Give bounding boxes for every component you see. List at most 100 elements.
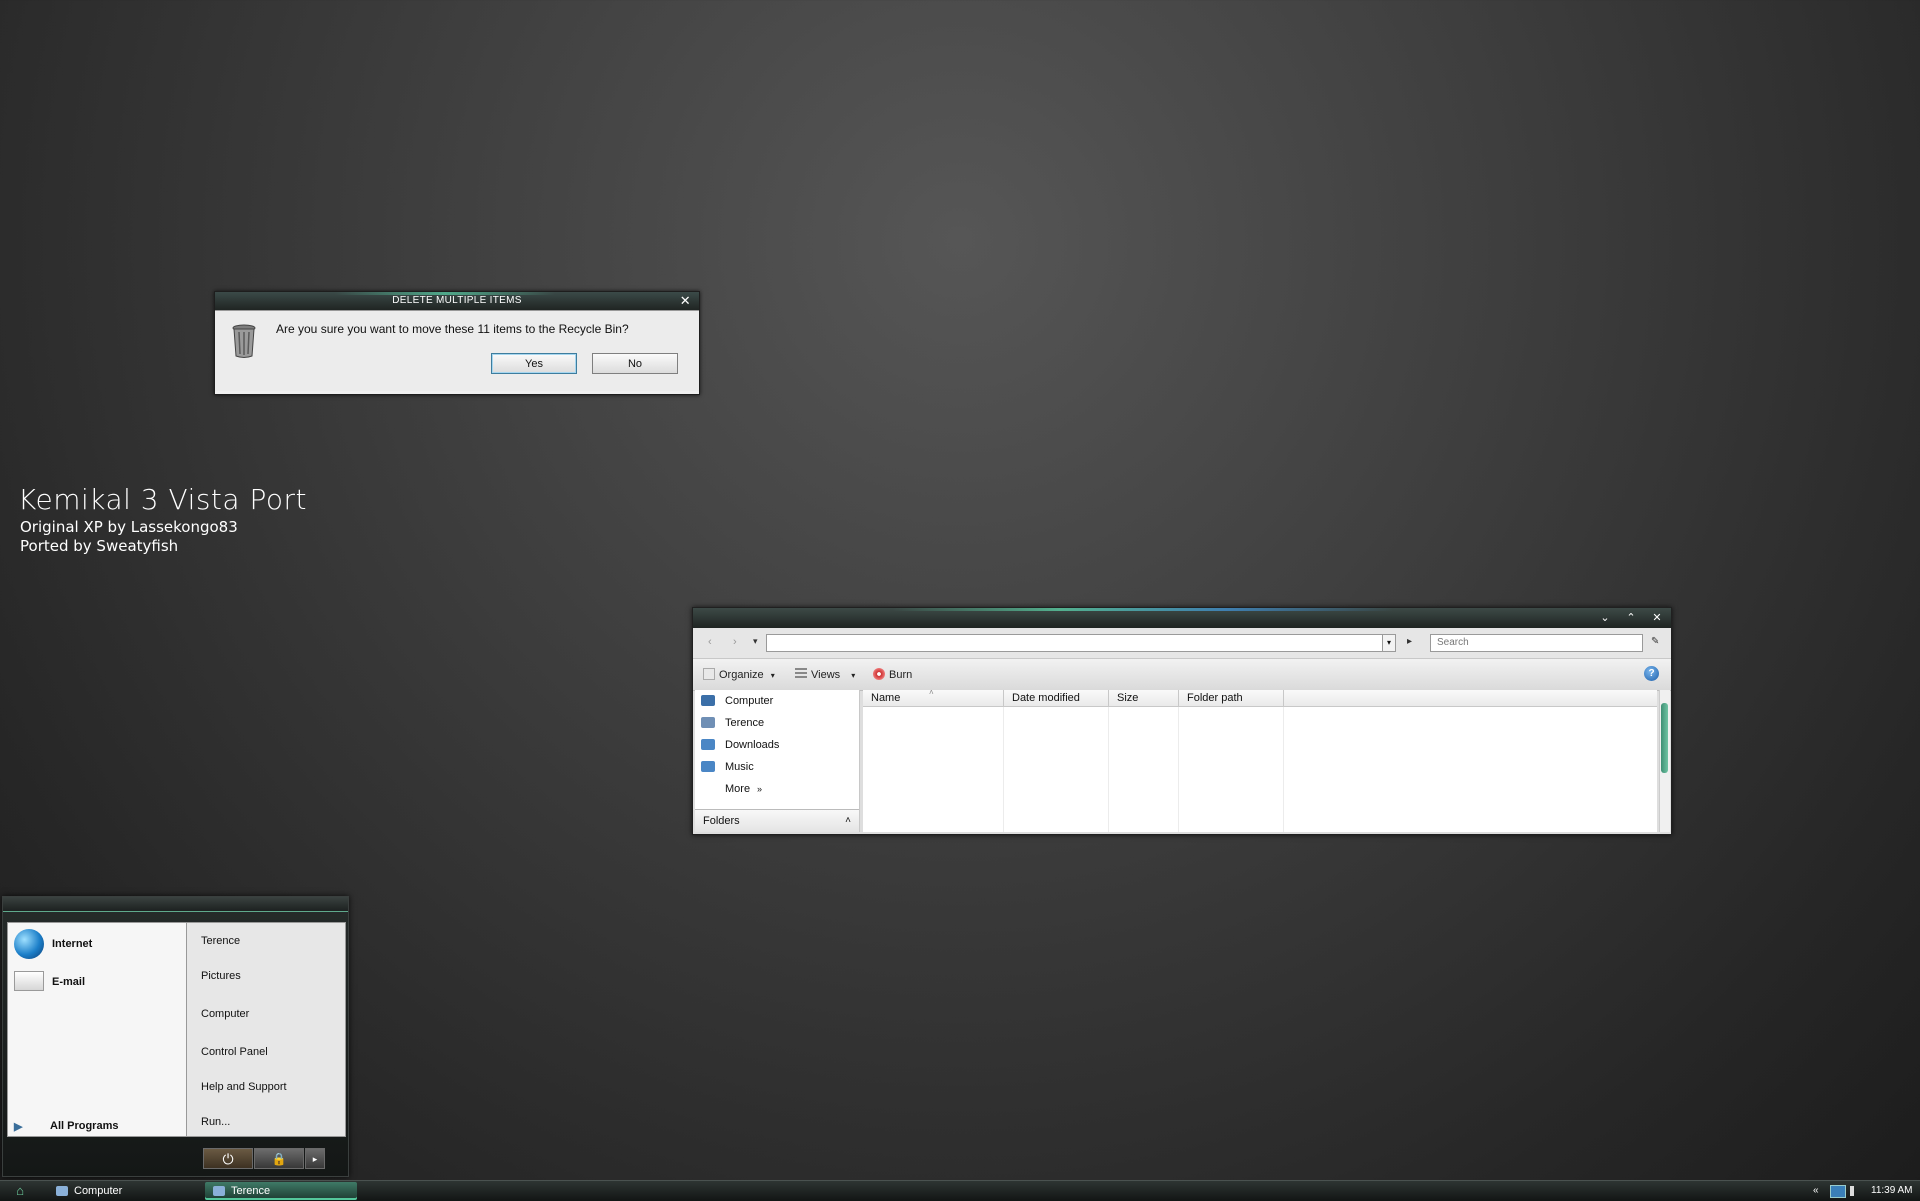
nav-item-label: Computer bbox=[725, 695, 774, 707]
search-input[interactable]: Search bbox=[1430, 634, 1643, 652]
minimize-icon[interactable]: ⌄ bbox=[1593, 608, 1617, 628]
explorer-window: ⌄ ⌃ ✕ ‹ › ▾ ▾ ▸ Search ✎ Organize ▾ View… bbox=[692, 607, 1672, 835]
nav-item-label: Downloads bbox=[725, 739, 780, 751]
all-programs-label: All Programs bbox=[50, 1120, 119, 1132]
nav-item-terence[interactable]: Terence bbox=[695, 712, 859, 734]
navigation-pane: Computer Terence Downloads Music More » … bbox=[695, 690, 860, 832]
dialog-titlebar: DELETE MULTIPLE ITEMS ✕ bbox=[215, 292, 699, 310]
pinned-label: E-mail bbox=[52, 976, 86, 988]
dialog-message: Are you sure you want to move these 11 i… bbox=[276, 322, 629, 336]
nav-item-computer[interactable]: Computer bbox=[695, 690, 859, 712]
yes-button[interactable]: Yes bbox=[491, 353, 577, 374]
nav-item-downloads[interactable]: Downloads bbox=[695, 734, 859, 756]
column-header-label: Name bbox=[871, 692, 901, 704]
organize-icon bbox=[703, 668, 715, 680]
user-folder-icon bbox=[701, 717, 715, 728]
taskbar-item-computer[interactable]: Computer bbox=[48, 1182, 198, 1200]
start-item-terence[interactable]: Terence bbox=[201, 935, 240, 947]
taskbar: ⌂ Computer Terence « 11:39 AM bbox=[0, 1180, 1920, 1201]
column-header-date-modified[interactable]: Date modified bbox=[1004, 690, 1109, 707]
no-button[interactable]: No bbox=[592, 353, 678, 374]
music-icon bbox=[701, 761, 715, 772]
views-button[interactable]: Views ▾ bbox=[795, 668, 855, 681]
taskbar-item-label: Terence bbox=[231, 1185, 271, 1197]
recent-pages-icon[interactable]: ▾ bbox=[753, 636, 758, 647]
chevron-down-icon: ▾ bbox=[851, 671, 856, 680]
globe-icon bbox=[14, 929, 44, 959]
network-icon[interactable] bbox=[1830, 1185, 1846, 1198]
maximize-icon[interactable]: ⌃ bbox=[1619, 608, 1643, 628]
explorer-titlebar[interactable]: ⌄ ⌃ ✕ bbox=[693, 608, 1671, 628]
taskbar-item-terence[interactable]: Terence bbox=[205, 1182, 357, 1200]
chevron-up-icon: ˄ bbox=[845, 815, 851, 826]
column-divider bbox=[1108, 707, 1109, 832]
pinned-internet[interactable]: Internet bbox=[14, 929, 174, 959]
downloads-icon bbox=[701, 739, 715, 750]
column-header-label: Folder path bbox=[1187, 692, 1243, 704]
folders-toggle[interactable]: Folders ˄ bbox=[695, 809, 859, 832]
help-icon[interactable]: ? bbox=[1644, 666, 1659, 681]
recycle-bin-icon bbox=[232, 324, 256, 358]
user-folder-icon bbox=[213, 1186, 225, 1196]
all-programs-button[interactable]: ▶ All Programs bbox=[14, 1120, 118, 1133]
volume-icon[interactable] bbox=[1850, 1186, 1860, 1196]
address-dropdown-icon[interactable]: ▾ bbox=[1382, 634, 1396, 652]
desktop-title: Kemikal 3 Vista Port bbox=[18, 483, 307, 516]
tray-expand-icon[interactable]: « bbox=[1813, 1181, 1819, 1201]
shutdown-options-icon[interactable]: ▸ bbox=[305, 1148, 325, 1169]
power-icon[interactable]: ⏻ bbox=[203, 1148, 253, 1169]
column-divider bbox=[1003, 707, 1004, 832]
burn-button[interactable]: Burn bbox=[873, 668, 912, 681]
pinned-email[interactable]: E-mail bbox=[14, 967, 174, 997]
start-item-help-and-support[interactable]: Help and Support bbox=[201, 1081, 287, 1093]
go-icon[interactable]: ▸ bbox=[1407, 636, 1412, 647]
column-header-size[interactable]: Size bbox=[1109, 690, 1179, 707]
desktop-credit-original: Original XP by Lassekongo83 bbox=[20, 518, 238, 536]
close-icon[interactable]: ✕ bbox=[1645, 608, 1669, 628]
start-menu-places-pane: Terence Pictures Computer Control Panel … bbox=[186, 922, 346, 1137]
start-item-computer[interactable]: Computer bbox=[201, 1008, 249, 1020]
clock[interactable]: 11:39 AM bbox=[1871, 1181, 1913, 1201]
organize-button[interactable]: Organize ▾ bbox=[703, 668, 775, 681]
address-input[interactable] bbox=[766, 634, 1386, 652]
desktop-credit-port: Ported by Sweatyfish bbox=[20, 537, 179, 555]
nav-item-more[interactable]: More » bbox=[695, 778, 859, 800]
search-options-icon[interactable]: ✎ bbox=[1651, 636, 1659, 647]
column-header-filler bbox=[1284, 690, 1657, 707]
start-item-run[interactable]: Run... bbox=[201, 1116, 230, 1128]
sort-ascending-icon: ˄ bbox=[929, 688, 934, 697]
mail-icon bbox=[14, 971, 44, 991]
folders-label: Folders bbox=[703, 815, 740, 827]
vertical-scrollbar[interactable] bbox=[1659, 690, 1670, 832]
column-header-label: Size bbox=[1117, 692, 1139, 704]
start-button-icon[interactable]: ⌂ bbox=[8, 1183, 32, 1199]
taskbar-item-label: Computer bbox=[74, 1185, 123, 1197]
burn-icon bbox=[873, 668, 885, 680]
more-arrows-icon: » bbox=[757, 784, 763, 794]
lock-icon[interactable]: 🔒 bbox=[254, 1148, 304, 1169]
column-header-name[interactable]: Name ˄ bbox=[863, 688, 1004, 707]
column-header-folder-path[interactable]: Folder path bbox=[1179, 690, 1284, 707]
forward-icon[interactable]: › bbox=[733, 636, 737, 648]
more-label: More bbox=[725, 783, 751, 795]
column-divider bbox=[1283, 707, 1284, 832]
column-header-label: Date modified bbox=[1012, 692, 1080, 704]
nav-item-music[interactable]: Music bbox=[695, 756, 859, 778]
views-label: Views bbox=[811, 669, 841, 681]
scrollbar-thumb[interactable] bbox=[1661, 703, 1668, 773]
views-icon bbox=[795, 668, 807, 680]
dialog-body: Are you sure you want to move these 11 i… bbox=[215, 310, 699, 391]
start-menu: Internet E-mail ▶ All Programs Terence P… bbox=[2, 896, 349, 1177]
close-icon[interactable]: ✕ bbox=[680, 292, 691, 310]
nav-item-label: Music bbox=[725, 761, 754, 773]
file-list: Name ˄ Date modified Size Folder path bbox=[863, 688, 1657, 832]
start-item-pictures[interactable]: Pictures bbox=[201, 970, 241, 982]
computer-icon bbox=[701, 695, 715, 706]
arrow-right-icon: ▶ bbox=[14, 1121, 23, 1133]
column-divider bbox=[1178, 707, 1179, 832]
burn-label: Burn bbox=[889, 669, 913, 681]
back-icon[interactable]: ‹ bbox=[708, 636, 712, 648]
dialog-title: DELETE MULTIPLE ITEMS bbox=[392, 295, 522, 306]
start-item-control-panel[interactable]: Control Panel bbox=[201, 1046, 268, 1058]
chevron-down-icon: ▾ bbox=[770, 671, 775, 680]
